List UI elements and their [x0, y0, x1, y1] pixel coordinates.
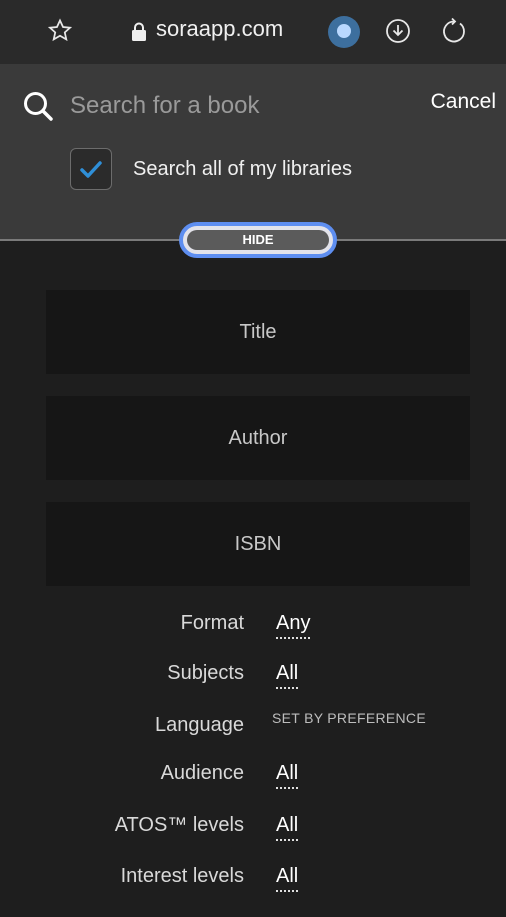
search-icon	[24, 92, 53, 121]
filter-row-format: Format Any	[0, 604, 506, 644]
filter-label: Subjects	[167, 662, 244, 684]
reload-icon[interactable]	[439, 16, 469, 46]
format-filter-value[interactable]: Any	[276, 612, 311, 639]
download-icon[interactable]	[384, 17, 412, 45]
subjects-filter-value[interactable]: All	[276, 662, 299, 689]
star-icon[interactable]	[46, 17, 74, 45]
filter-row-subjects: Subjects All	[0, 654, 506, 694]
checkmark-icon	[80, 161, 102, 178]
extension-icon[interactable]	[328, 16, 360, 48]
title-field[interactable]: Title	[46, 290, 470, 374]
all-libraries-checkbox[interactable]	[70, 148, 112, 190]
filter-label: ATOS™ levels	[114, 814, 244, 836]
filter-row-language: Language SET BY PREFERENCE	[0, 706, 506, 746]
filter-label: Language	[155, 714, 244, 736]
hide-button-label: HIDE	[187, 230, 329, 250]
filter-label: Format	[180, 612, 244, 634]
interest-levels-filter-value[interactable]: All	[276, 865, 299, 892]
search-panel: Cancel Search all of my libraries	[0, 64, 506, 239]
url-text[interactable]: soraapp.com	[156, 16, 283, 42]
browser-address-bar: soraapp.com	[0, 0, 506, 64]
filter-row-audience: Audience All	[0, 754, 506, 794]
filter-label: Audience	[160, 762, 244, 784]
audience-filter-value[interactable]: All	[276, 762, 299, 789]
search-input[interactable]	[68, 86, 402, 126]
lock-icon	[132, 22, 146, 41]
filter-row-atos-levels: ATOS™ levels All	[0, 806, 506, 846]
all-libraries-label[interactable]: Search all of my libraries	[133, 158, 352, 181]
language-filter-value[interactable]: SET BY PREFERENCE	[272, 710, 426, 728]
isbn-field[interactable]: ISBN	[46, 502, 470, 586]
hide-button[interactable]: HIDE	[179, 222, 337, 258]
cancel-button[interactable]: Cancel	[431, 90, 496, 114]
filter-label: Interest levels	[120, 865, 244, 887]
atos-levels-filter-value[interactable]: All	[276, 814, 299, 841]
filter-row-interest-levels: Interest levels All	[0, 857, 506, 897]
author-field[interactable]: Author	[46, 396, 470, 480]
